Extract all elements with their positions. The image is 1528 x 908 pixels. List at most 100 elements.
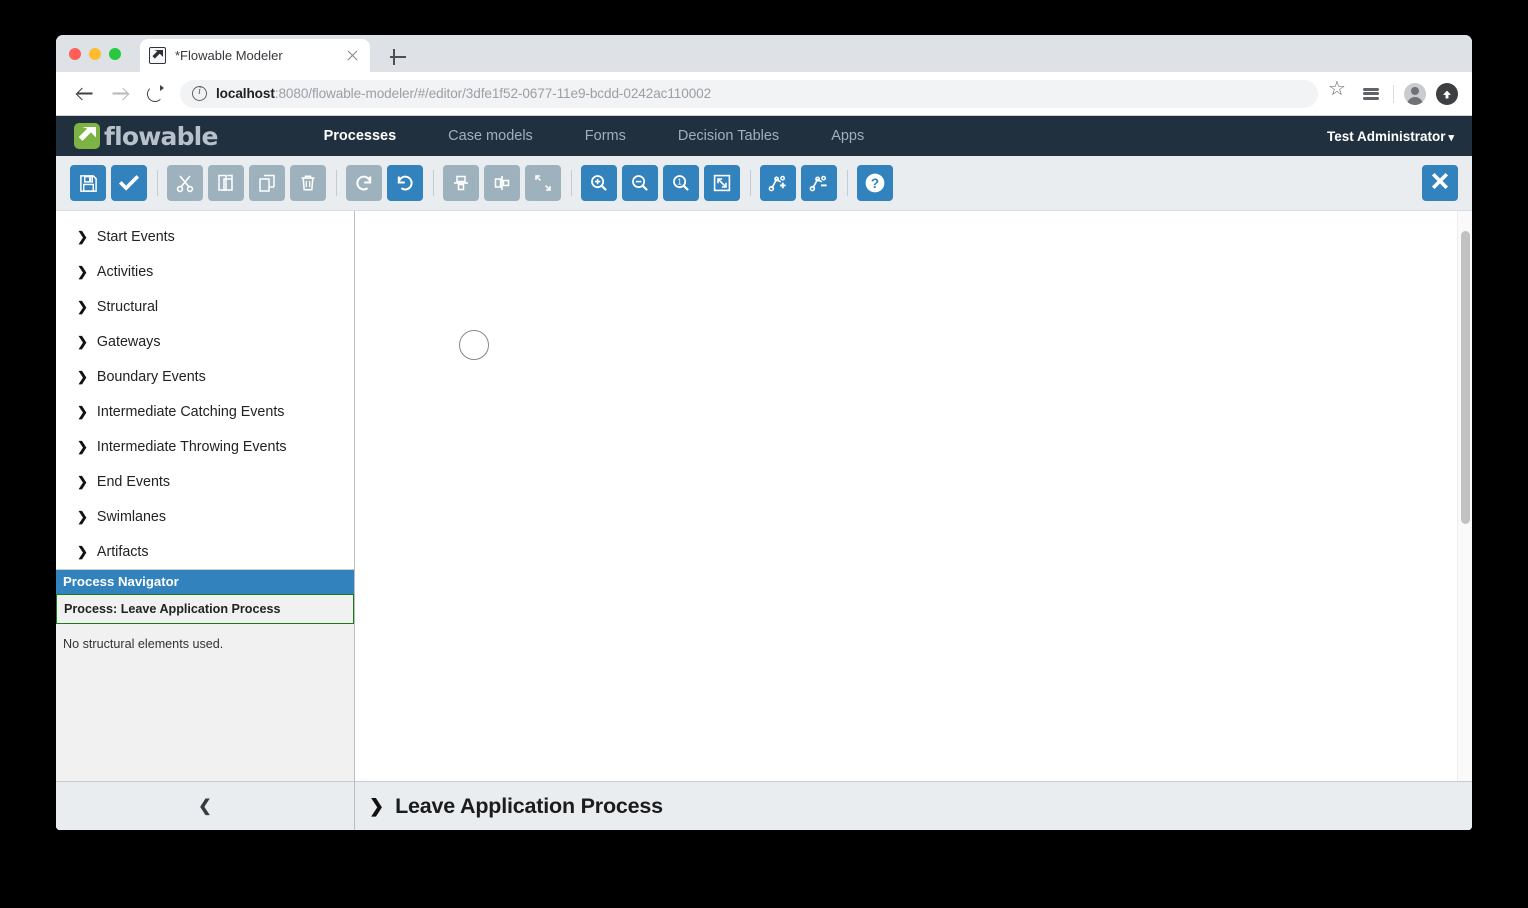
app-navbar: flowable Processes Case models Forms Dec…	[56, 116, 1472, 156]
zoom-actual-button[interactable]: 1	[663, 165, 699, 201]
close-editor-button[interactable]	[1422, 165, 1458, 201]
flowable-favicon-icon	[149, 47, 166, 64]
paste-icon	[257, 173, 277, 193]
palette-group-label: Swimlanes	[96, 508, 167, 525]
url-path: :8080/flowable-modeler/#/editor/3dfe1f52…	[274, 86, 712, 101]
bpmn-canvas[interactable]	[355, 211, 1472, 781]
nav-label: Processes	[323, 128, 397, 144]
chevron-right-icon: ❯	[77, 334, 88, 349]
chevron-right-icon: ❯	[77, 544, 88, 559]
palette-group-label: Start Events	[96, 228, 175, 245]
user-menu[interactable]: Test Administrator ▾	[1327, 129, 1454, 144]
zoom-in-button[interactable]	[581, 165, 617, 201]
align-horizontal-button[interactable]	[484, 165, 520, 201]
align-horizontal-icon	[492, 173, 512, 193]
window-controls	[69, 48, 121, 60]
palette-group-boundary-events[interactable]: ❯ Boundary Events	[56, 359, 354, 394]
window-close-button[interactable]	[69, 48, 81, 60]
add-bendpoint-button[interactable]	[760, 165, 796, 201]
arrow-right-icon	[112, 86, 128, 101]
reload-button[interactable]	[140, 79, 170, 109]
copy-icon	[216, 173, 236, 193]
palette-group-label: End Events	[96, 473, 171, 490]
undo-button[interactable]	[387, 165, 423, 201]
align-vertical-icon	[451, 173, 471, 193]
palette-group-intermediate-throwing-events[interactable]: ❯ Intermediate Throwing Events	[56, 429, 354, 464]
same-size-button[interactable]	[525, 165, 561, 201]
process-navigator: Process Navigator Process: Leave Applica…	[56, 569, 354, 624]
nav-item-forms[interactable]: Forms	[559, 116, 652, 156]
remove-bendpoint-button[interactable]	[801, 165, 837, 201]
bendpoint-minus-icon	[809, 173, 829, 193]
palette-collapse-button[interactable]: ❮	[56, 781, 354, 830]
toolbar-divider	[336, 170, 337, 196]
paste-button[interactable]	[249, 165, 285, 201]
app-logo[interactable]: flowable	[74, 122, 218, 151]
reload-icon	[147, 84, 164, 102]
flowable-logo-icon	[74, 123, 100, 149]
nav-item-apps[interactable]: Apps	[805, 116, 890, 156]
url-host: localhost	[216, 86, 275, 101]
address-bar[interactable]: localhost:8080/flowable-modeler/#/editor…	[180, 79, 1318, 108]
scroll-thumb[interactable]	[1461, 231, 1470, 524]
avatar-icon[interactable]	[1404, 82, 1426, 105]
delete-button[interactable]	[290, 165, 326, 201]
toolbar-divider	[847, 170, 848, 196]
star-icon[interactable]	[1324, 76, 1350, 107]
chevron-right-icon: ❯	[77, 404, 88, 419]
extensions-stack-icon[interactable]	[1359, 82, 1383, 106]
nav-item-case-models[interactable]: Case models	[422, 116, 559, 156]
check-icon	[119, 173, 139, 193]
update-arrow-icon[interactable]	[1436, 82, 1458, 105]
start-event-shape[interactable]	[459, 330, 489, 360]
user-name: Test Administrator	[1326, 128, 1446, 144]
copy-button[interactable]	[208, 165, 244, 201]
palette-group-activities[interactable]: ❯ Activities	[56, 254, 354, 289]
question-circle-icon: ?	[864, 172, 886, 194]
nav-label: Forms	[584, 128, 626, 144]
zoom-out-button[interactable]	[622, 165, 658, 201]
redo-button[interactable]	[346, 165, 382, 201]
palette-group-artifacts[interactable]: ❯ Artifacts	[56, 534, 354, 569]
nav-label: Apps	[831, 128, 865, 144]
window-minimize-button[interactable]	[89, 48, 101, 60]
browser-tab[interactable]: *Flowable Modeler	[140, 39, 370, 72]
nav-item-processes[interactable]: Processes	[298, 116, 423, 156]
toolbar-divider	[433, 170, 434, 196]
url-text: localhost:8080/flowable-modeler/#/editor…	[216, 86, 711, 101]
trash-icon	[298, 173, 318, 193]
window-maximize-button[interactable]	[109, 48, 121, 60]
process-navigator-selected-item[interactable]: Process: Leave Application Process	[56, 594, 354, 624]
process-navigator-header: Process Navigator	[56, 570, 354, 594]
zoom-fit-button[interactable]	[704, 165, 740, 201]
align-vertical-button[interactable]	[443, 165, 479, 201]
palette-group-start-events[interactable]: ❯ Start Events	[56, 219, 354, 254]
chevron-right-icon: ❯	[77, 229, 88, 244]
process-navigator-empty-message: No structural elements used.	[56, 624, 354, 781]
process-title: Leave Application Process	[395, 793, 663, 818]
info-circle-icon[interactable]	[192, 85, 207, 101]
forward-button[interactable]	[105, 79, 135, 109]
close-icon[interactable]	[344, 47, 361, 64]
palette-group-label: Boundary Events	[96, 368, 206, 385]
palette-group-gateways[interactable]: ❯ Gateways	[56, 324, 354, 359]
canvas-vertical-scrollbar[interactable]	[1457, 211, 1472, 781]
palette-group-label: Structural	[96, 298, 159, 315]
palette-group-end-events[interactable]: ❯ End Events	[56, 464, 354, 499]
help-button[interactable]: ?	[857, 165, 893, 201]
back-button[interactable]	[70, 79, 100, 109]
palette-group-swimlanes[interactable]: ❯ Swimlanes	[56, 499, 354, 534]
toolbar-divider	[157, 170, 158, 196]
flowable-modeler-app: flowable Processes Case models Forms Dec…	[56, 116, 1472, 830]
save-button[interactable]	[70, 165, 106, 201]
validate-button[interactable]	[111, 165, 147, 201]
plus-icon[interactable]	[386, 45, 410, 69]
cut-button[interactable]	[167, 165, 203, 201]
chevron-right-icon: ❯	[77, 474, 88, 489]
resize-same-size-icon	[533, 173, 553, 193]
palette-group-structural[interactable]: ❯ Structural	[56, 289, 354, 324]
process-title-bar[interactable]: ❯ Leave Application Process	[355, 781, 1472, 830]
palette-group-intermediate-catching-events[interactable]: ❯ Intermediate Catching Events	[56, 394, 354, 429]
nav-item-decision-tables[interactable]: Decision Tables	[652, 116, 805, 156]
logo-text: flowable	[104, 121, 218, 151]
